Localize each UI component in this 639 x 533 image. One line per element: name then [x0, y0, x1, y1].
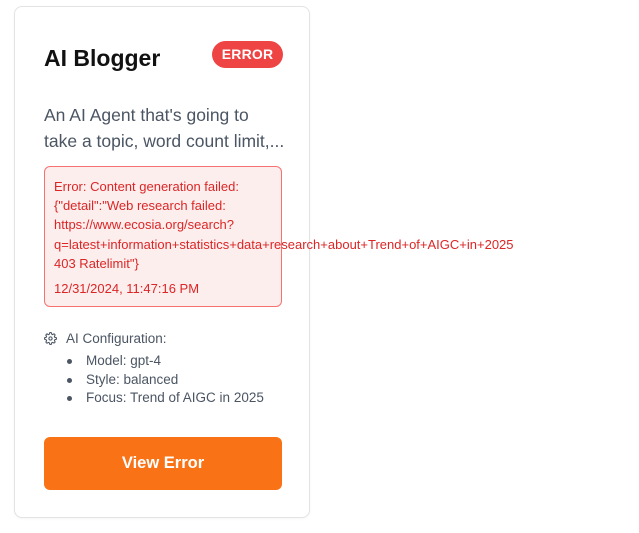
error-message-line: Error: Content generation failed: [54, 179, 239, 194]
config-item-style: Style: balanced [64, 371, 264, 390]
error-message-line: 403 Ratelimit"} [54, 255, 139, 271]
error-message: Error: Content generation failed: {"deta… [54, 177, 514, 273]
gear-icon [44, 331, 57, 345]
config-item-focus: Focus: Trend of AIGC in 2025 [64, 389, 264, 408]
config-header-label: AI Configuration: [66, 330, 167, 346]
status-badge: ERROR [212, 41, 283, 68]
config-header: AI Configuration: [44, 329, 167, 347]
view-error-button[interactable]: View Error [44, 437, 282, 490]
error-message-line: https://www.ecosia.org/search? [54, 217, 234, 233]
agent-card: AI Blogger ERROR An AI Agent that's goin… [14, 6, 514, 518]
error-message-line: q=latest+information+statistics+data+res… [54, 236, 514, 252]
error-box: Error: Content generation failed: {"deta… [44, 166, 514, 307]
config-item-model: Model: gpt-4 [64, 352, 264, 371]
description-line: An AI Agent that's going to [44, 105, 249, 125]
description-line: take a topic, word count limit,... [44, 131, 285, 151]
card-title: AI Blogger [44, 45, 161, 71]
error-message-line: {"detail":"Web research failed: [54, 198, 226, 214]
error-timestamp: 12/31/2024, 11:47:16 PM [54, 281, 200, 296]
config-list: Model: gpt-4 Style: balanced Focus: Tren… [64, 352, 264, 408]
card-description: An AI Agent that's going to take a topic… [44, 102, 289, 154]
